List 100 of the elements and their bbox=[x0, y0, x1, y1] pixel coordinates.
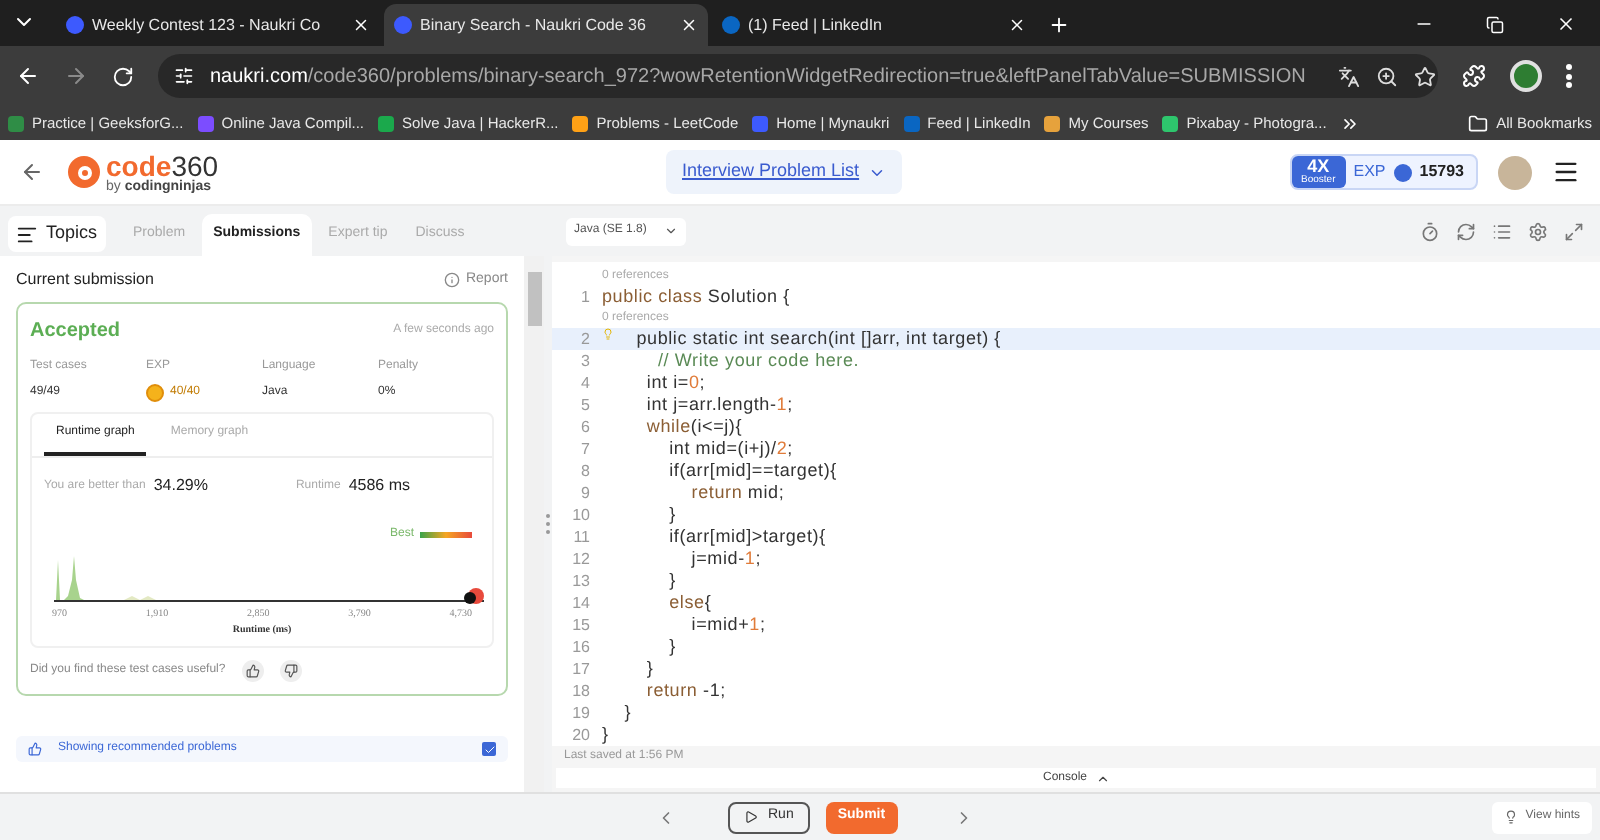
timer-icon[interactable] bbox=[1420, 221, 1440, 241]
fullscreen-icon[interactable] bbox=[1564, 221, 1584, 241]
line-number: 9 bbox=[579, 481, 592, 505]
new-tab-icon[interactable] bbox=[1048, 14, 1070, 36]
line-number: 17 bbox=[570, 657, 592, 681]
code-text: return mid; bbox=[689, 480, 785, 506]
restore-icon[interactable] bbox=[1486, 16, 1504, 34]
code-text: while(i<=j){ bbox=[644, 414, 743, 440]
line-number: 3 bbox=[579, 349, 592, 373]
url-path: /code360/problems/binary-search_972?wowRetentionWidgetRedirection=true&leftPanelTabValue=SUBMISSION bbox=[307, 63, 1306, 91]
code-text: // Write your code here. bbox=[656, 348, 860, 374]
status-text: Accepted bbox=[30, 318, 121, 346]
line-number: 4 bbox=[579, 371, 592, 395]
better-value: 34.29% bbox=[153, 474, 208, 498]
thumbs-up-button[interactable] bbox=[241, 660, 264, 682]
code-text: if(arr[mid]==target){ bbox=[667, 458, 837, 484]
coin-icon bbox=[146, 384, 164, 402]
extensions-icon[interactable] bbox=[1462, 64, 1486, 88]
line-number: 18 bbox=[570, 679, 592, 703]
line-number: 8 bbox=[579, 459, 592, 483]
thumbs-down-icon bbox=[283, 664, 298, 678]
code-text: public class Solution { bbox=[602, 283, 790, 310]
reload-icon[interactable] bbox=[112, 65, 134, 87]
logo-name: code bbox=[106, 151, 172, 179]
code-text: } bbox=[602, 721, 609, 748]
line-number: 16 bbox=[570, 635, 592, 659]
code-text: if(arr[mid]>target){ bbox=[667, 524, 826, 550]
zoom-icon[interactable] bbox=[1375, 65, 1398, 87]
profile-avatar[interactable] bbox=[1510, 60, 1542, 92]
back-icon[interactable] bbox=[20, 160, 44, 184]
browser-tab[interactable]: (1) Feed | LinkedIn bbox=[712, 4, 1036, 46]
exp-label: EXP bbox=[1353, 160, 1386, 184]
line-number: 14 bbox=[570, 591, 592, 615]
code-text: } bbox=[667, 633, 676, 660]
back-icon[interactable] bbox=[16, 64, 40, 88]
translate-icon[interactable] bbox=[1337, 65, 1360, 87]
close-icon[interactable] bbox=[1008, 16, 1026, 34]
panel-title: Current submission bbox=[16, 268, 154, 292]
check-icon bbox=[483, 743, 495, 755]
code-text: } bbox=[644, 655, 654, 682]
code-text: int i=0; bbox=[644, 369, 706, 396]
list-icon[interactable] bbox=[1492, 221, 1512, 241]
caret-icon bbox=[664, 224, 678, 238]
site-info-icon[interactable] bbox=[174, 66, 194, 86]
code-text: } bbox=[622, 699, 632, 726]
close-icon[interactable] bbox=[680, 16, 698, 34]
line-number: 6 bbox=[579, 415, 592, 439]
gradient-legend-icon bbox=[420, 532, 472, 538]
settings-icon[interactable] bbox=[1528, 221, 1548, 241]
line-number: 7 bbox=[579, 437, 592, 461]
logo-number: 360 bbox=[171, 151, 219, 179]
thumbs-up-icon bbox=[245, 664, 260, 678]
more-bookmarks-icon[interactable] bbox=[1340, 113, 1361, 133]
tab-title: Binary Search - Naukri Code 36 bbox=[420, 13, 648, 37]
lightbulb-icon bbox=[1503, 810, 1518, 824]
line-number: 11 bbox=[571, 525, 592, 549]
bookmark-star-icon[interactable] bbox=[1413, 65, 1436, 87]
line-number: 10 bbox=[570, 503, 592, 527]
line-number: 2 bbox=[579, 327, 592, 351]
caret-icon bbox=[1095, 771, 1109, 786]
line-number: 15 bbox=[570, 613, 592, 637]
url-domain: naukri.com bbox=[210, 63, 308, 91]
topics-icon bbox=[16, 223, 38, 245]
forward-icon[interactable] bbox=[64, 64, 88, 88]
line-number: 19 bbox=[570, 701, 592, 725]
topics-button[interactable]: Topics bbox=[8, 216, 106, 252]
folder-icon bbox=[1468, 113, 1489, 133]
code-text: } bbox=[667, 501, 676, 528]
logo-icon bbox=[68, 156, 100, 188]
info-icon bbox=[443, 272, 460, 288]
line-number: 20 bbox=[570, 723, 592, 747]
code-text: } bbox=[667, 567, 676, 594]
browser-tab[interactable]: Binary Search - Naukri Code 36 bbox=[384, 4, 708, 46]
address-field[interactable]: naukri.com/code360/problems/binary-search_972?wowRetentionWidgetRedirection=true&leftPanelTabValue=SUBMISSION bbox=[158, 54, 1438, 98]
line-number: 5 bbox=[579, 393, 592, 417]
menu-icon[interactable] bbox=[1552, 158, 1580, 186]
play-icon bbox=[744, 810, 758, 824]
code-text: public static int search(int []arr, int target) { bbox=[634, 325, 1001, 352]
menu-dots-icon[interactable] bbox=[1566, 64, 1572, 88]
line-number: 12 bbox=[570, 547, 592, 571]
code-text: int mid=(i+j)/2; bbox=[667, 436, 793, 462]
close-icon[interactable] bbox=[352, 16, 370, 34]
runtime-value: 4586 ms bbox=[348, 474, 410, 498]
coin-icon bbox=[1393, 163, 1412, 181]
line-number: 1 bbox=[579, 285, 592, 309]
browser-tab[interactable]: Weekly Contest 123 - Naukri Co bbox=[56, 4, 380, 46]
close-icon[interactable] bbox=[1556, 14, 1576, 34]
thumbs-down-button[interactable] bbox=[279, 660, 302, 682]
code-text: return -1; bbox=[644, 678, 726, 704]
code-text: int j=arr.length-1; bbox=[644, 391, 793, 418]
thumbs-up-icon bbox=[28, 742, 42, 756]
exp-value: 15793 bbox=[1419, 160, 1464, 184]
reset-icon[interactable] bbox=[1456, 221, 1476, 241]
tab-title: Weekly Contest 123 - Naukri Co bbox=[92, 13, 323, 37]
recommended-checkbox[interactable] bbox=[482, 742, 496, 756]
code-text: i=mid+1; bbox=[689, 612, 766, 638]
problem-list-dropdown[interactable]: Interview Problem List bbox=[666, 150, 902, 194]
line-number: 13 bbox=[570, 569, 592, 593]
tab-title: (1) Feed | LinkedIn bbox=[748, 13, 885, 37]
code-text: else{ bbox=[667, 590, 712, 616]
